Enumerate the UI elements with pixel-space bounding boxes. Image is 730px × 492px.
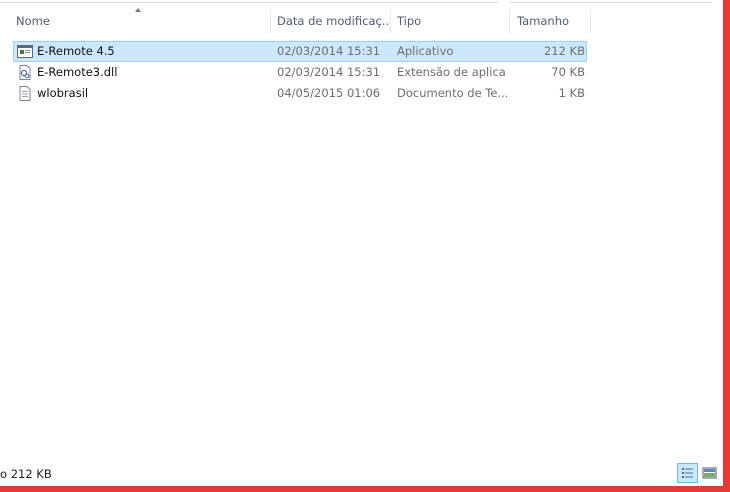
column-header-date[interactable]: Data de modificaç...	[271, 8, 390, 34]
file-name: E-Remote 4.5	[37, 44, 115, 58]
file-type: Aplicativo	[397, 44, 454, 58]
file-size: 1 KB	[558, 86, 585, 100]
file-type: Extensão de aplica...	[397, 65, 507, 79]
status-bar-selection-info: o 212 KB	[0, 467, 52, 481]
dll-file-icon	[19, 65, 31, 80]
file-size: 212 KB	[543, 44, 585, 58]
file-date: 04/05/2015 01:06	[277, 86, 381, 100]
file-explorer-window: Nome Data de modificaç... Tipo Tamanho E…	[0, 0, 723, 486]
column-header-size[interactable]: Tamanho	[511, 8, 591, 34]
file-row-e-remote-4-5[interactable]: E-Remote 4.5 02/03/2014 15:31 Aplicativo…	[13, 41, 587, 62]
column-header-type[interactable]: Tipo	[391, 8, 509, 34]
text-document-icon	[19, 86, 31, 101]
column-header-name[interactable]: Nome	[10, 8, 270, 34]
top-divider-left	[0, 0, 498, 3]
details-view-icon	[682, 468, 693, 478]
file-row-e-remote3-dll[interactable]: E-Remote3.dll 02/03/2014 15:31 Extensão …	[13, 62, 587, 83]
file-row-wlobrasil[interactable]: wlobrasil 04/05/2015 01:06 Documento de …	[13, 83, 587, 104]
column-separator[interactable]	[590, 10, 591, 34]
top-divider-right	[510, 0, 712, 3]
column-separator[interactable]	[509, 10, 510, 34]
file-name: wlobrasil	[37, 86, 89, 100]
application-icon	[17, 45, 33, 58]
file-date: 02/03/2014 15:31	[277, 44, 381, 58]
file-name: E-Remote3.dll	[37, 65, 118, 79]
large-icons-view-button[interactable]	[699, 463, 720, 483]
details-view-button[interactable]	[677, 463, 698, 483]
file-date: 02/03/2014 15:31	[277, 65, 381, 79]
large-icons-view-icon	[702, 467, 717, 479]
column-header-bar: Nome Data de modificaç... Tipo Tamanho	[0, 0, 723, 36]
file-type: Documento de Te...	[397, 86, 507, 100]
file-size: 70 KB	[551, 65, 585, 79]
